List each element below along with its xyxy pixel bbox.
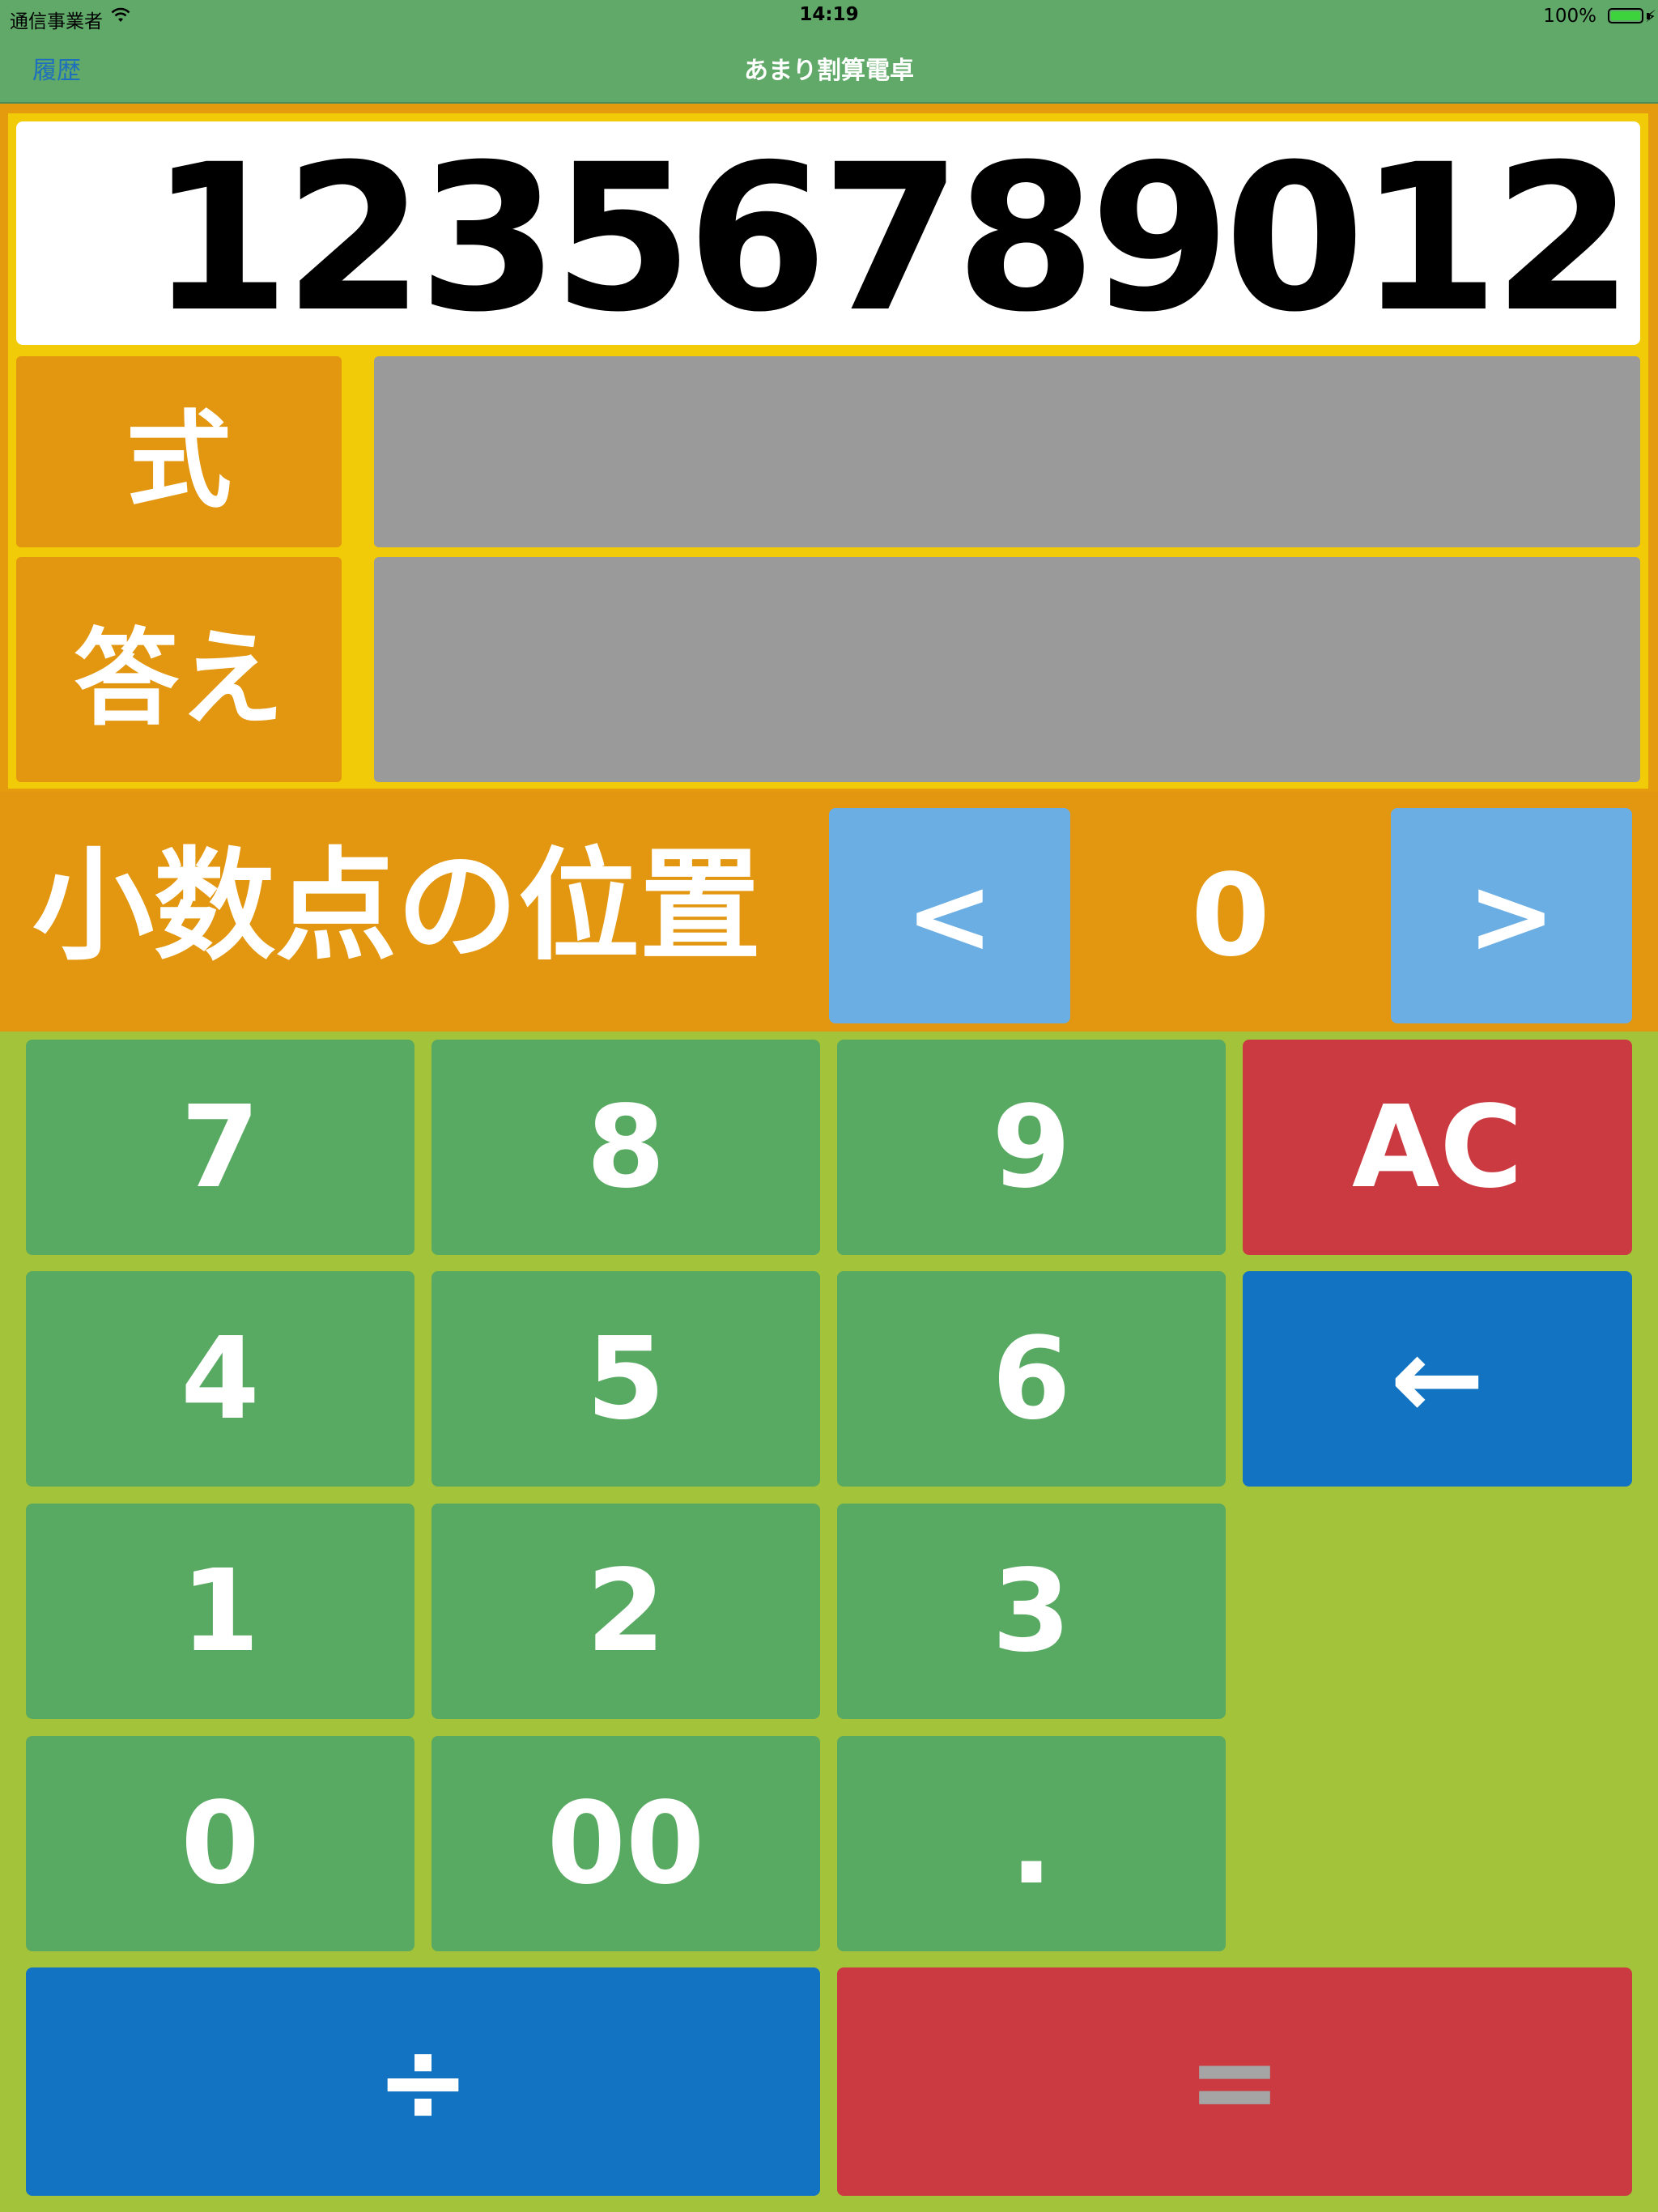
key-2[interactable]: 2	[432, 1504, 820, 1719]
key-6[interactable]: 6	[837, 1271, 1226, 1487]
app-title: あまり割算電卓	[744, 57, 914, 85]
display-value: 12356789012	[149, 121, 1634, 356]
equals-button[interactable]: =	[837, 1967, 1632, 2196]
key-7[interactable]: 7	[26, 1040, 414, 1255]
key-00[interactable]: 00	[432, 1736, 820, 1951]
battery-icon	[1608, 8, 1643, 23]
key-5[interactable]: 5	[432, 1271, 820, 1487]
all-clear-button[interactable]: AC	[1243, 1040, 1632, 1255]
backspace-button[interactable]: ←	[1243, 1271, 1632, 1487]
key-8[interactable]: 8	[432, 1040, 820, 1255]
key-3[interactable]: 3	[837, 1504, 1226, 1719]
battery-percentage: 100%	[1543, 6, 1596, 27]
number-display: 12356789012	[16, 121, 1640, 345]
key-9[interactable]: 9	[837, 1040, 1226, 1255]
answer-field	[374, 557, 1640, 782]
key-0[interactable]: 0	[26, 1736, 414, 1951]
expression-label: 式	[16, 356, 342, 547]
charging-bolt-icon: ⚡	[1644, 6, 1656, 26]
decimal-position-label: 小数点の位置	[32, 836, 762, 977]
key-1[interactable]: 1	[26, 1504, 414, 1719]
navigation-bar: 履歴 あまり割算電卓	[0, 34, 1658, 104]
divide-button[interactable]: ÷	[26, 1967, 820, 2196]
answer-label: 答え	[16, 557, 342, 782]
status-bar: 通信事業者 14:19 100% ⚡	[0, 0, 1658, 34]
decimal-left-button[interactable]: <	[829, 808, 1070, 1023]
expression-field	[374, 356, 1640, 547]
key-decimal-point[interactable]: .	[837, 1736, 1226, 1951]
clock: 14:19	[799, 4, 859, 25]
key-4[interactable]: 4	[26, 1271, 414, 1487]
decimal-right-button[interactable]: >	[1391, 808, 1632, 1023]
decimal-position-value: 0	[1191, 849, 1270, 982]
